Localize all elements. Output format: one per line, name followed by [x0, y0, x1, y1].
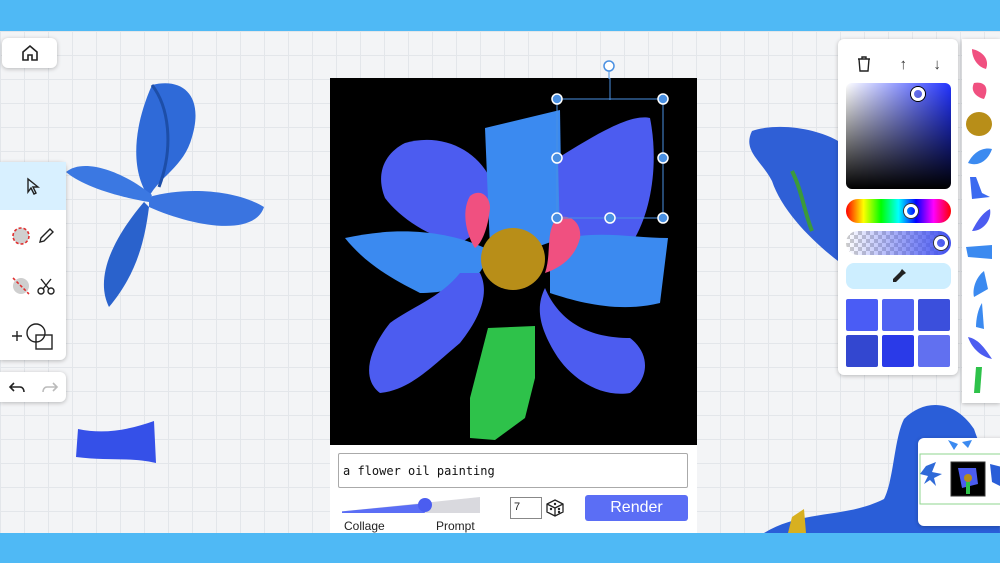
opacity-slider[interactable] — [846, 231, 951, 255]
slider-thumb[interactable] — [417, 498, 432, 512]
dice-icon[interactable] — [545, 498, 565, 518]
slider-label-prompt: Prompt — [436, 519, 475, 533]
canvas-flower-piece-left[interactable] — [64, 77, 269, 309]
history-panel — [0, 372, 66, 402]
pencil-icon — [39, 228, 54, 243]
collage-frame[interactable] — [330, 68, 697, 445]
shape-thumb-petal-2[interactable] — [964, 173, 994, 203]
home-icon — [21, 44, 38, 61]
eyedropper-button[interactable] — [846, 263, 951, 289]
scissors-icon — [37, 278, 55, 295]
texture-swatch[interactable] — [918, 335, 950, 367]
prompt-input[interactable] — [338, 453, 688, 488]
redo-icon[interactable] — [41, 378, 59, 396]
render-button[interactable]: Render — [585, 495, 688, 521]
flower-stem — [470, 326, 535, 440]
prompt-panel: Collage Prompt 7 Render — [330, 445, 697, 533]
add-shape-icon — [12, 323, 53, 350]
canvas-flower-piece-right[interactable] — [742, 121, 838, 261]
texture-swatch[interactable] — [846, 335, 878, 367]
color-panel: ↑ ↓ — [838, 39, 958, 375]
shape-thumb-pink-1[interactable] — [964, 45, 994, 75]
shape-thumb-petal-1[interactable] — [964, 141, 994, 171]
slider-label-collage: Collage — [344, 519, 385, 533]
shape-thumb-pink-2[interactable] — [964, 77, 994, 107]
minimap-view — [919, 440, 1000, 505]
shape-thumb-petal-6[interactable] — [964, 301, 994, 331]
minimap[interactable] — [918, 438, 1000, 526]
texture-swatch[interactable] — [882, 335, 914, 367]
pointer-icon — [27, 177, 40, 195]
seed-input[interactable]: 7 — [510, 497, 542, 519]
rotate-handle[interactable] — [602, 59, 616, 79]
collage-prompt-slider[interactable] — [342, 495, 480, 513]
flower-center — [481, 228, 545, 290]
opacity-knob[interactable] — [934, 236, 948, 250]
hue-slider[interactable] — [846, 199, 951, 223]
select-tool[interactable] — [0, 162, 66, 210]
shapes-library — [962, 39, 1000, 403]
eyedropper-icon — [892, 269, 906, 282]
shape-thumb-petal-4[interactable] — [964, 237, 994, 267]
arrow-up-icon[interactable]: ↑ — [899, 56, 907, 73]
home-button[interactable] — [2, 38, 57, 68]
shape-thumb-petal-3[interactable] — [964, 205, 994, 235]
shape-thumb-stem[interactable] — [964, 365, 994, 395]
hue-knob[interactable] — [904, 204, 918, 218]
texture-swatch[interactable] — [846, 299, 878, 331]
shape-thumb-petal-7[interactable] — [964, 333, 994, 363]
collage-canvas[interactable]: Collage Prompt 7 Render ↑ ↓ — [0, 31, 1000, 533]
shape-thumb-petal-5[interactable] — [964, 269, 994, 299]
canvas-blue-strip-piece[interactable] — [76, 421, 156, 465]
collage-artwork[interactable] — [330, 68, 697, 445]
undo-icon[interactable] — [8, 378, 26, 396]
texture-swatch[interactable] — [918, 299, 950, 331]
lasso-icon — [12, 227, 30, 245]
shape-thumb-center[interactable] — [964, 109, 994, 139]
stamen-left — [465, 192, 490, 248]
color-picker-area[interactable] — [846, 83, 951, 189]
trash-icon[interactable] — [855, 55, 873, 73]
lasso-draw-tool[interactable] — [0, 212, 66, 260]
texture-swatch[interactable] — [882, 299, 914, 331]
arrow-down-icon[interactable]: ↓ — [933, 56, 941, 73]
tool-panel — [0, 162, 66, 360]
erase-lasso-icon — [12, 277, 30, 295]
add-shape-tool[interactable] — [0, 312, 66, 360]
cut-tool[interactable] — [0, 262, 66, 310]
picker-cursor[interactable] — [911, 87, 925, 101]
